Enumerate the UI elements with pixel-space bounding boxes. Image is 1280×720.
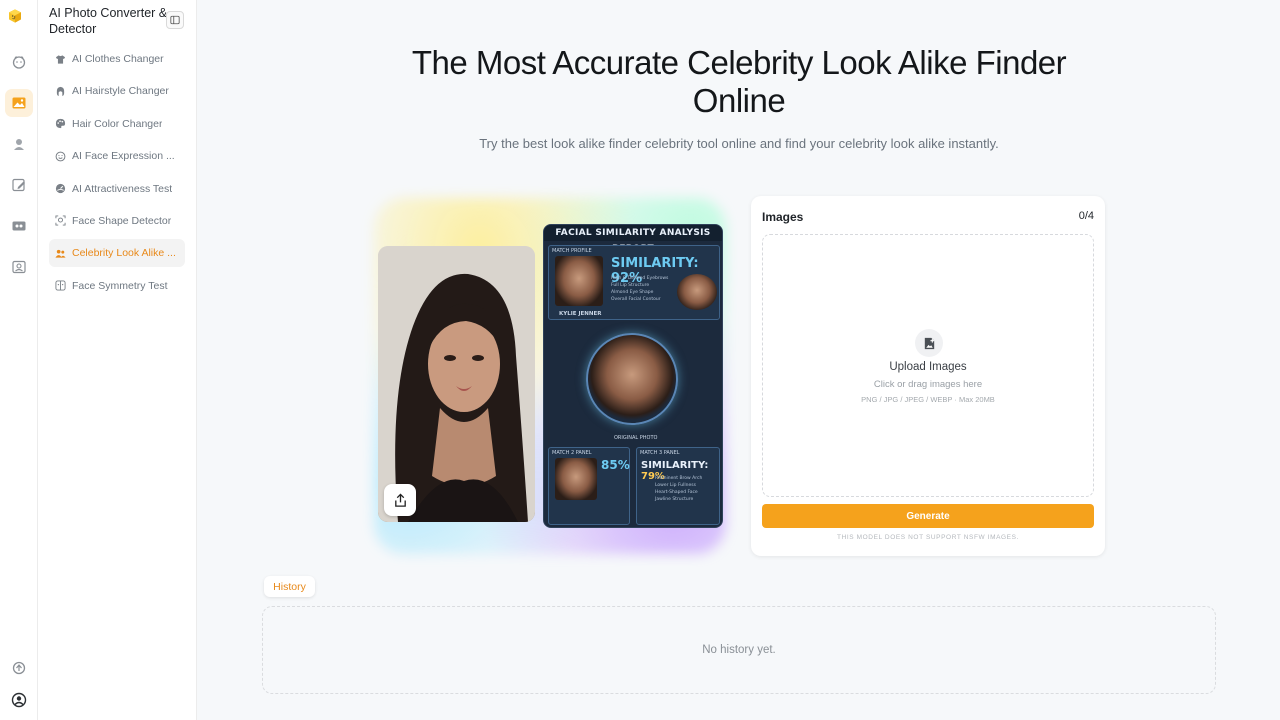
palette-icon: [55, 118, 66, 129]
sidebar-item-face-expression[interactable]: AI Face Expression ...: [49, 142, 185, 170]
portrait-illustration: [378, 246, 535, 522]
rail-image-icon[interactable]: [5, 89, 33, 117]
report-match2-panel: MATCH 2 PANEL 85%: [548, 447, 630, 525]
people-icon: [55, 248, 66, 259]
sidebar-item-attractiveness-test[interactable]: AI Attractiveness Test: [49, 175, 185, 203]
dropzone-formats: PNG / JPG / JPEG / WEBP · Max 20MB: [861, 395, 995, 404]
report-match-profile-panel: MATCH PROFILE KYLIE JENNER SIMILARITY: 9…: [548, 245, 720, 320]
celebrity-face-thumbnail: [555, 256, 603, 306]
nsfw-notice: THIS MODEL DOES NOT SUPPORT NSFW IMAGES.: [837, 534, 1019, 541]
similarity-report-image: FACIAL SIMILARITY ANALYSIS REPORT MATCH …: [543, 224, 723, 528]
face-scan-icon: [55, 215, 66, 226]
match3-label: MATCH 3 PANEL: [640, 450, 680, 456]
celebrity-name: KYLIE JENNER: [559, 311, 602, 317]
symmetry-icon: [55, 280, 66, 291]
image-count: 0/4: [1078, 210, 1094, 222]
match2-percentage: 85%: [601, 458, 630, 472]
original-photo-label: ORIGINAL PHOTO: [614, 435, 658, 441]
share-button[interactable]: [384, 484, 416, 516]
match2-face-thumbnail: [555, 458, 597, 500]
rail-sync-icon[interactable]: [5, 654, 33, 682]
shirt-icon: [55, 54, 66, 65]
app-title: AI Photo Converter & Detector: [49, 6, 168, 36]
report-feature: Heart-Shaped Face: [655, 490, 698, 495]
report-feature: Almond Eye Shape: [611, 290, 654, 295]
rail-photo-edit-icon[interactable]: [5, 253, 33, 281]
upload-image-icon: [915, 329, 943, 357]
dropzone-hint: Click or drag images here: [873, 379, 983, 390]
rail-edit-icon[interactable]: [5, 171, 33, 199]
panel-toggle-icon: [170, 15, 180, 25]
icon-rail: [0, 0, 38, 720]
report-feature: Jawline Structure: [655, 497, 694, 502]
page-subtitle: Try the best look alike finder celebrity…: [479, 136, 999, 151]
upload-card: Images 0/4 Upload Images Click or drag i…: [751, 196, 1105, 556]
page-title: The Most Accurate Celebrity Look Alike F…: [411, 44, 1067, 119]
rail-user-icon[interactable]: [5, 130, 33, 158]
report-title: FACIAL SIMILARITY ANALYSIS REPORT: [544, 225, 722, 254]
images-heading: Images: [762, 210, 804, 224]
image-dropzone[interactable]: Upload Images Click or drag images here …: [762, 234, 1094, 497]
rail-home-icon[interactable]: [5, 48, 33, 76]
history-empty-message: No history yet.: [702, 644, 776, 656]
gauge-icon: [55, 183, 66, 194]
dropzone-title: Upload Images: [889, 361, 967, 373]
report-match3-panel: MATCH 3 PANEL SIMILARITY: 79% Prominent …: [636, 447, 720, 525]
history-panel: No history yet.: [262, 606, 1216, 694]
sidebar-item-face-symmetry-test[interactable]: Face Symmetry Test: [49, 272, 185, 300]
report-feature: Overall Facial Contour: [611, 297, 661, 302]
sample-portrait-image: [378, 246, 535, 522]
match2-label: MATCH 2 PANEL: [552, 450, 592, 456]
sidebar-collapse-button[interactable]: [166, 11, 184, 29]
sidebar: AI Photo Converter & Detector AI Clothes…: [38, 0, 197, 720]
report-feature: Prominent Brow Arch: [655, 476, 703, 481]
sidebar-item-hair-color-changer[interactable]: Hair Color Changer: [49, 110, 185, 138]
original-photo-circle: [586, 333, 678, 425]
rail-account-icon[interactable]: [5, 686, 33, 714]
sidebar-item-clothes-changer[interactable]: AI Clothes Changer: [49, 45, 185, 73]
report-feature: High & Defined Eyebrows: [611, 276, 669, 281]
generate-button[interactable]: Generate: [762, 504, 1094, 528]
report-feature: Full Lip Structure: [611, 283, 650, 288]
match-face-thumbnail: [677, 274, 717, 310]
smile-icon: [55, 151, 66, 162]
history-tab[interactable]: History: [264, 576, 315, 597]
report-match-profile-label: MATCH PROFILE: [552, 248, 592, 254]
share-icon: [394, 492, 406, 507]
sidebar-menu: AI Clothes Changer AI Hairstyle Changer …: [49, 45, 185, 304]
rail-video-icon[interactable]: [5, 212, 33, 240]
hair-icon: [55, 86, 66, 97]
sidebar-item-celebrity-look-alike[interactable]: Celebrity Look Alike ...: [49, 239, 185, 268]
sidebar-item-hairstyle-changer[interactable]: AI Hairstyle Changer: [49, 77, 185, 105]
app-logo-icon[interactable]: [7, 8, 31, 32]
example-showcase: FACIAL SIMILARITY ANALYSIS REPORT MATCH …: [374, 198, 726, 554]
report-feature: Lower Lip Fullness: [655, 483, 696, 488]
sidebar-item-face-shape-detector[interactable]: Face Shape Detector: [49, 207, 185, 235]
